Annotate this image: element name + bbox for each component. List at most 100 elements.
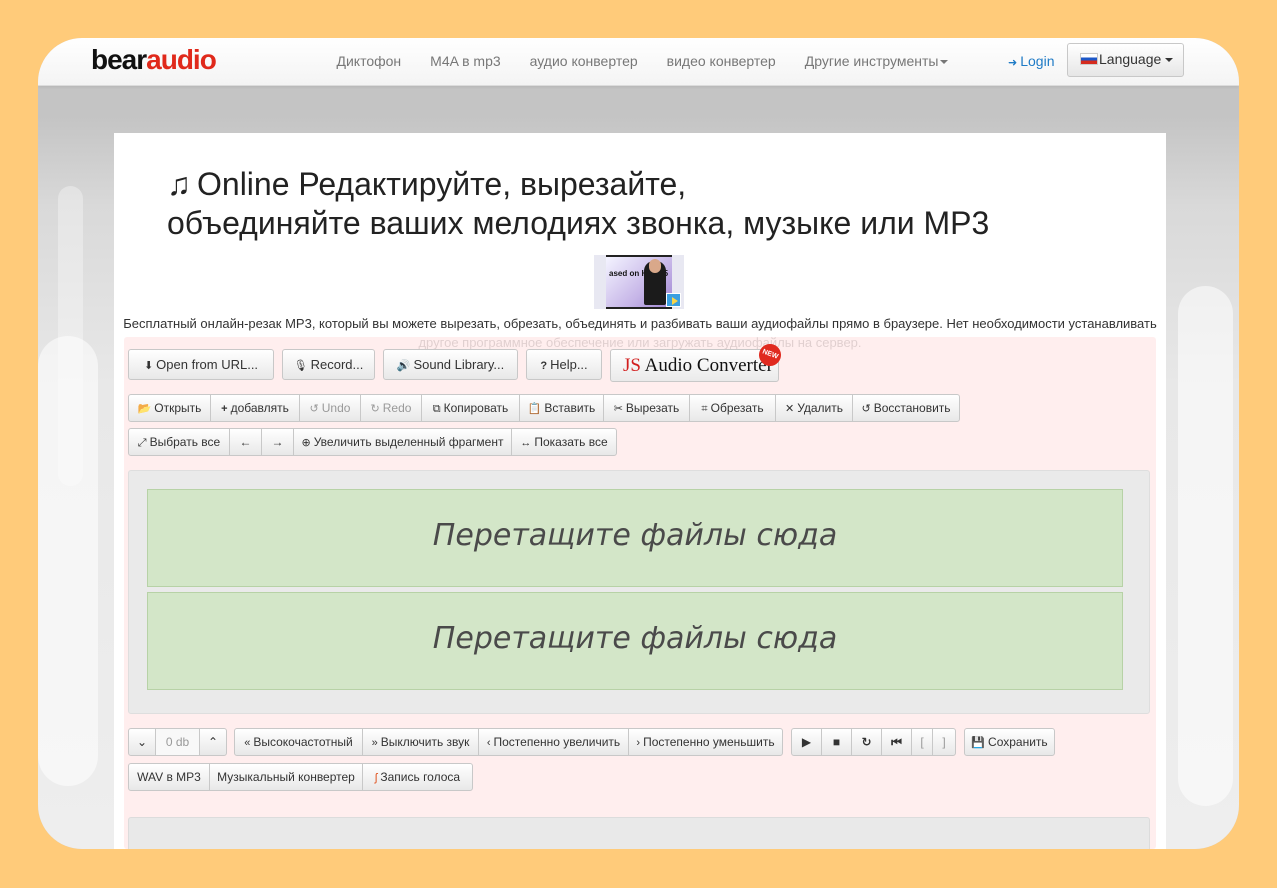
bracket-open-icon: [ <box>920 735 924 749</box>
copy-label: Копировать <box>443 401 509 415</box>
nav-video-converter[interactable]: видео конвертер <box>652 38 790 86</box>
chevron-up-icon: ⌃ <box>207 735 219 749</box>
add-label: добавлять <box>230 401 289 415</box>
delete-button[interactable]: ✕ Удалить <box>775 394 853 422</box>
caret-down-icon <box>1165 58 1174 63</box>
cut-button[interactable]: ✂ Вырезать <box>603 394 690 422</box>
audio-editor: ⬇ Open from URL... 🎙 Record... 🔊 Sound Libr… <box>124 337 1156 849</box>
page-title: ♫ Online Редактируйте, вырезайте, объедин… <box>167 165 989 243</box>
caret-down-icon <box>940 60 949 65</box>
stop-icon: ■ <box>832 735 841 749</box>
double-chevron-up-icon: « <box>244 737 251 749</box>
play-button[interactable]: ▶ <box>791 728 822 756</box>
language-label: Language <box>1099 51 1162 67</box>
copy-button[interactable]: ⧉ Копировать <box>421 394 520 422</box>
volume-up-button[interactable]: ⌃ <box>199 728 227 756</box>
mark-start-button[interactable]: [ <box>911 728 933 756</box>
stop-button[interactable]: ■ <box>821 728 852 756</box>
close-icon: ✕ <box>784 403 795 415</box>
wav-mp3-link[interactable]: WAV в MP3 <box>128 763 210 791</box>
cursor-right-button[interactable]: → <box>261 428 294 456</box>
save-label: Сохранить <box>988 735 1048 749</box>
restore-button[interactable]: ↺ Восстановить <box>852 394 960 422</box>
mute-label: Выключить звук <box>380 735 470 749</box>
fade-out-button[interactable]: › Постепенно уменьшить <box>628 728 783 756</box>
add-button[interactable]: + добавлять <box>210 394 300 422</box>
folder-open-icon: 📂 <box>137 403 152 415</box>
language-button[interactable]: Language <box>1067 43 1184 77</box>
nav-audio-converter[interactable]: аудио конвертер <box>515 38 652 86</box>
crop-label: Обрезать <box>710 401 764 415</box>
zoom-selection-label: Увеличить выделенный фрагмент <box>313 435 504 449</box>
nav-other-tools[interactable]: Другие инструменты <box>790 38 963 86</box>
loop-button[interactable]: ↻ <box>851 728 882 756</box>
music-note-icon: ♫ <box>167 166 191 202</box>
drop-zone-track-1[interactable]: Перетащите файлы сюда <box>147 489 1123 587</box>
sign-in-icon: ➜ <box>1008 57 1018 69</box>
cursor-left-button[interactable]: ← <box>229 428 262 456</box>
restore-icon: ↺ <box>861 403 871 415</box>
show-all-button[interactable]: ↔ Показать все <box>511 428 617 456</box>
skip-start-button[interactable]: ⏮ <box>881 728 912 756</box>
redo-icon: ↻ <box>370 403 380 415</box>
redo-label: Redo <box>382 401 412 415</box>
question-icon: ? <box>540 360 548 372</box>
redo-button[interactable]: ↻ Redo <box>360 394 422 422</box>
js-audio-converter-button[interactable]: JS Audio Converter NEW <box>610 340 785 382</box>
record-button[interactable]: 🎙 Record... <box>282 349 375 380</box>
loop-icon: ↻ <box>861 735 872 749</box>
volume-down-button[interactable]: ⌄ <box>128 728 156 756</box>
arrow-left-icon: ← <box>239 435 252 449</box>
help-button[interactable]: ? Help... <box>526 349 602 380</box>
mark-end-button[interactable]: ] <box>932 728 956 756</box>
drop-zone-track-2[interactable]: Перетащите файлы сюда <box>147 592 1123 690</box>
music-converter-label: Музыкальный конвертер <box>217 770 355 784</box>
download-icon: ⬇ <box>143 360 154 372</box>
volume-display: 0 db <box>155 728 200 756</box>
select-all-label: Выбрать все <box>149 435 221 449</box>
nav-other-tools-label: Другие инструменты <box>804 53 939 69</box>
wav-mp3-label: WAV в MP3 <box>137 770 201 784</box>
logo[interactable]: bearaudio <box>91 44 217 76</box>
high-frequency-label: Высокочастотный <box>253 735 353 749</box>
sound-library-button[interactable]: 🔊 Sound Library... <box>383 349 518 380</box>
high-frequency-button[interactable]: «Высокочастотный <box>234 728 363 756</box>
zoom-in-icon: ⊕ <box>301 437 311 449</box>
skip-back-icon: ⏮ <box>891 735 902 749</box>
crop-icon: ⌗ <box>701 403 708 415</box>
paste-icon: 📋 <box>527 403 542 415</box>
help-label: Help... <box>550 357 588 372</box>
double-chevron-down-icon: » <box>371 737 378 749</box>
paste-button[interactable]: 📋 Вставить <box>519 394 604 422</box>
nav-m4a-mp3[interactable]: M4A в mp3 <box>416 38 515 86</box>
music-converter-link[interactable]: Музыкальный конвертер <box>209 763 363 791</box>
voice-logo-icon: ʃ <box>374 772 378 784</box>
login-link[interactable]: ➜ Login <box>1008 53 1054 69</box>
fade-in-button[interactable]: ‹ Постепенно увеличить <box>478 728 629 756</box>
open-url-button[interactable]: ⬇ Open from URL... <box>128 349 274 380</box>
select-all-button[interactable]: ⤢ Выбрать все <box>128 428 230 456</box>
undo-label: Undo <box>321 401 351 415</box>
thumb-person-head <box>649 259 661 273</box>
mute-button[interactable]: » Выключить звук <box>362 728 479 756</box>
js-text: JS <box>623 355 641 376</box>
cut-label: Вырезать <box>625 401 680 415</box>
open-file-button[interactable]: 📂 Открыть <box>128 394 211 422</box>
floppy-disk-icon: 💾 <box>971 737 986 749</box>
video-thumbnail[interactable]: ased on HTML5 <box>594 255 684 309</box>
voice-record-label: Запись голоса <box>380 770 461 784</box>
crop-button[interactable]: ⌗ Обрезать <box>689 394 776 422</box>
open-file-label: Открыть <box>154 401 202 415</box>
logo-red: audio <box>146 44 217 75</box>
microphone-icon: 🎙 <box>293 360 308 372</box>
zoom-selection-button[interactable]: ⊕ Увеличить выделенный фрагмент <box>293 428 512 456</box>
voice-record-link[interactable]: ʃ Запись голоса <box>362 763 473 791</box>
save-button[interactable]: 💾 Сохранить <box>964 728 1055 756</box>
title-line1: Online Редактируйте, вырезайте, <box>197 166 687 202</box>
fade-out-label: Постепенно уменьшить <box>643 735 775 749</box>
nav-dictaphone[interactable]: Диктофон <box>322 38 416 86</box>
bottom-panel <box>128 817 1150 849</box>
js-audio-converter-text: JS Audio Converter <box>623 355 773 377</box>
undo-button[interactable]: ↺ Undo <box>299 394 361 422</box>
show-all-label: Показать все <box>534 435 608 449</box>
